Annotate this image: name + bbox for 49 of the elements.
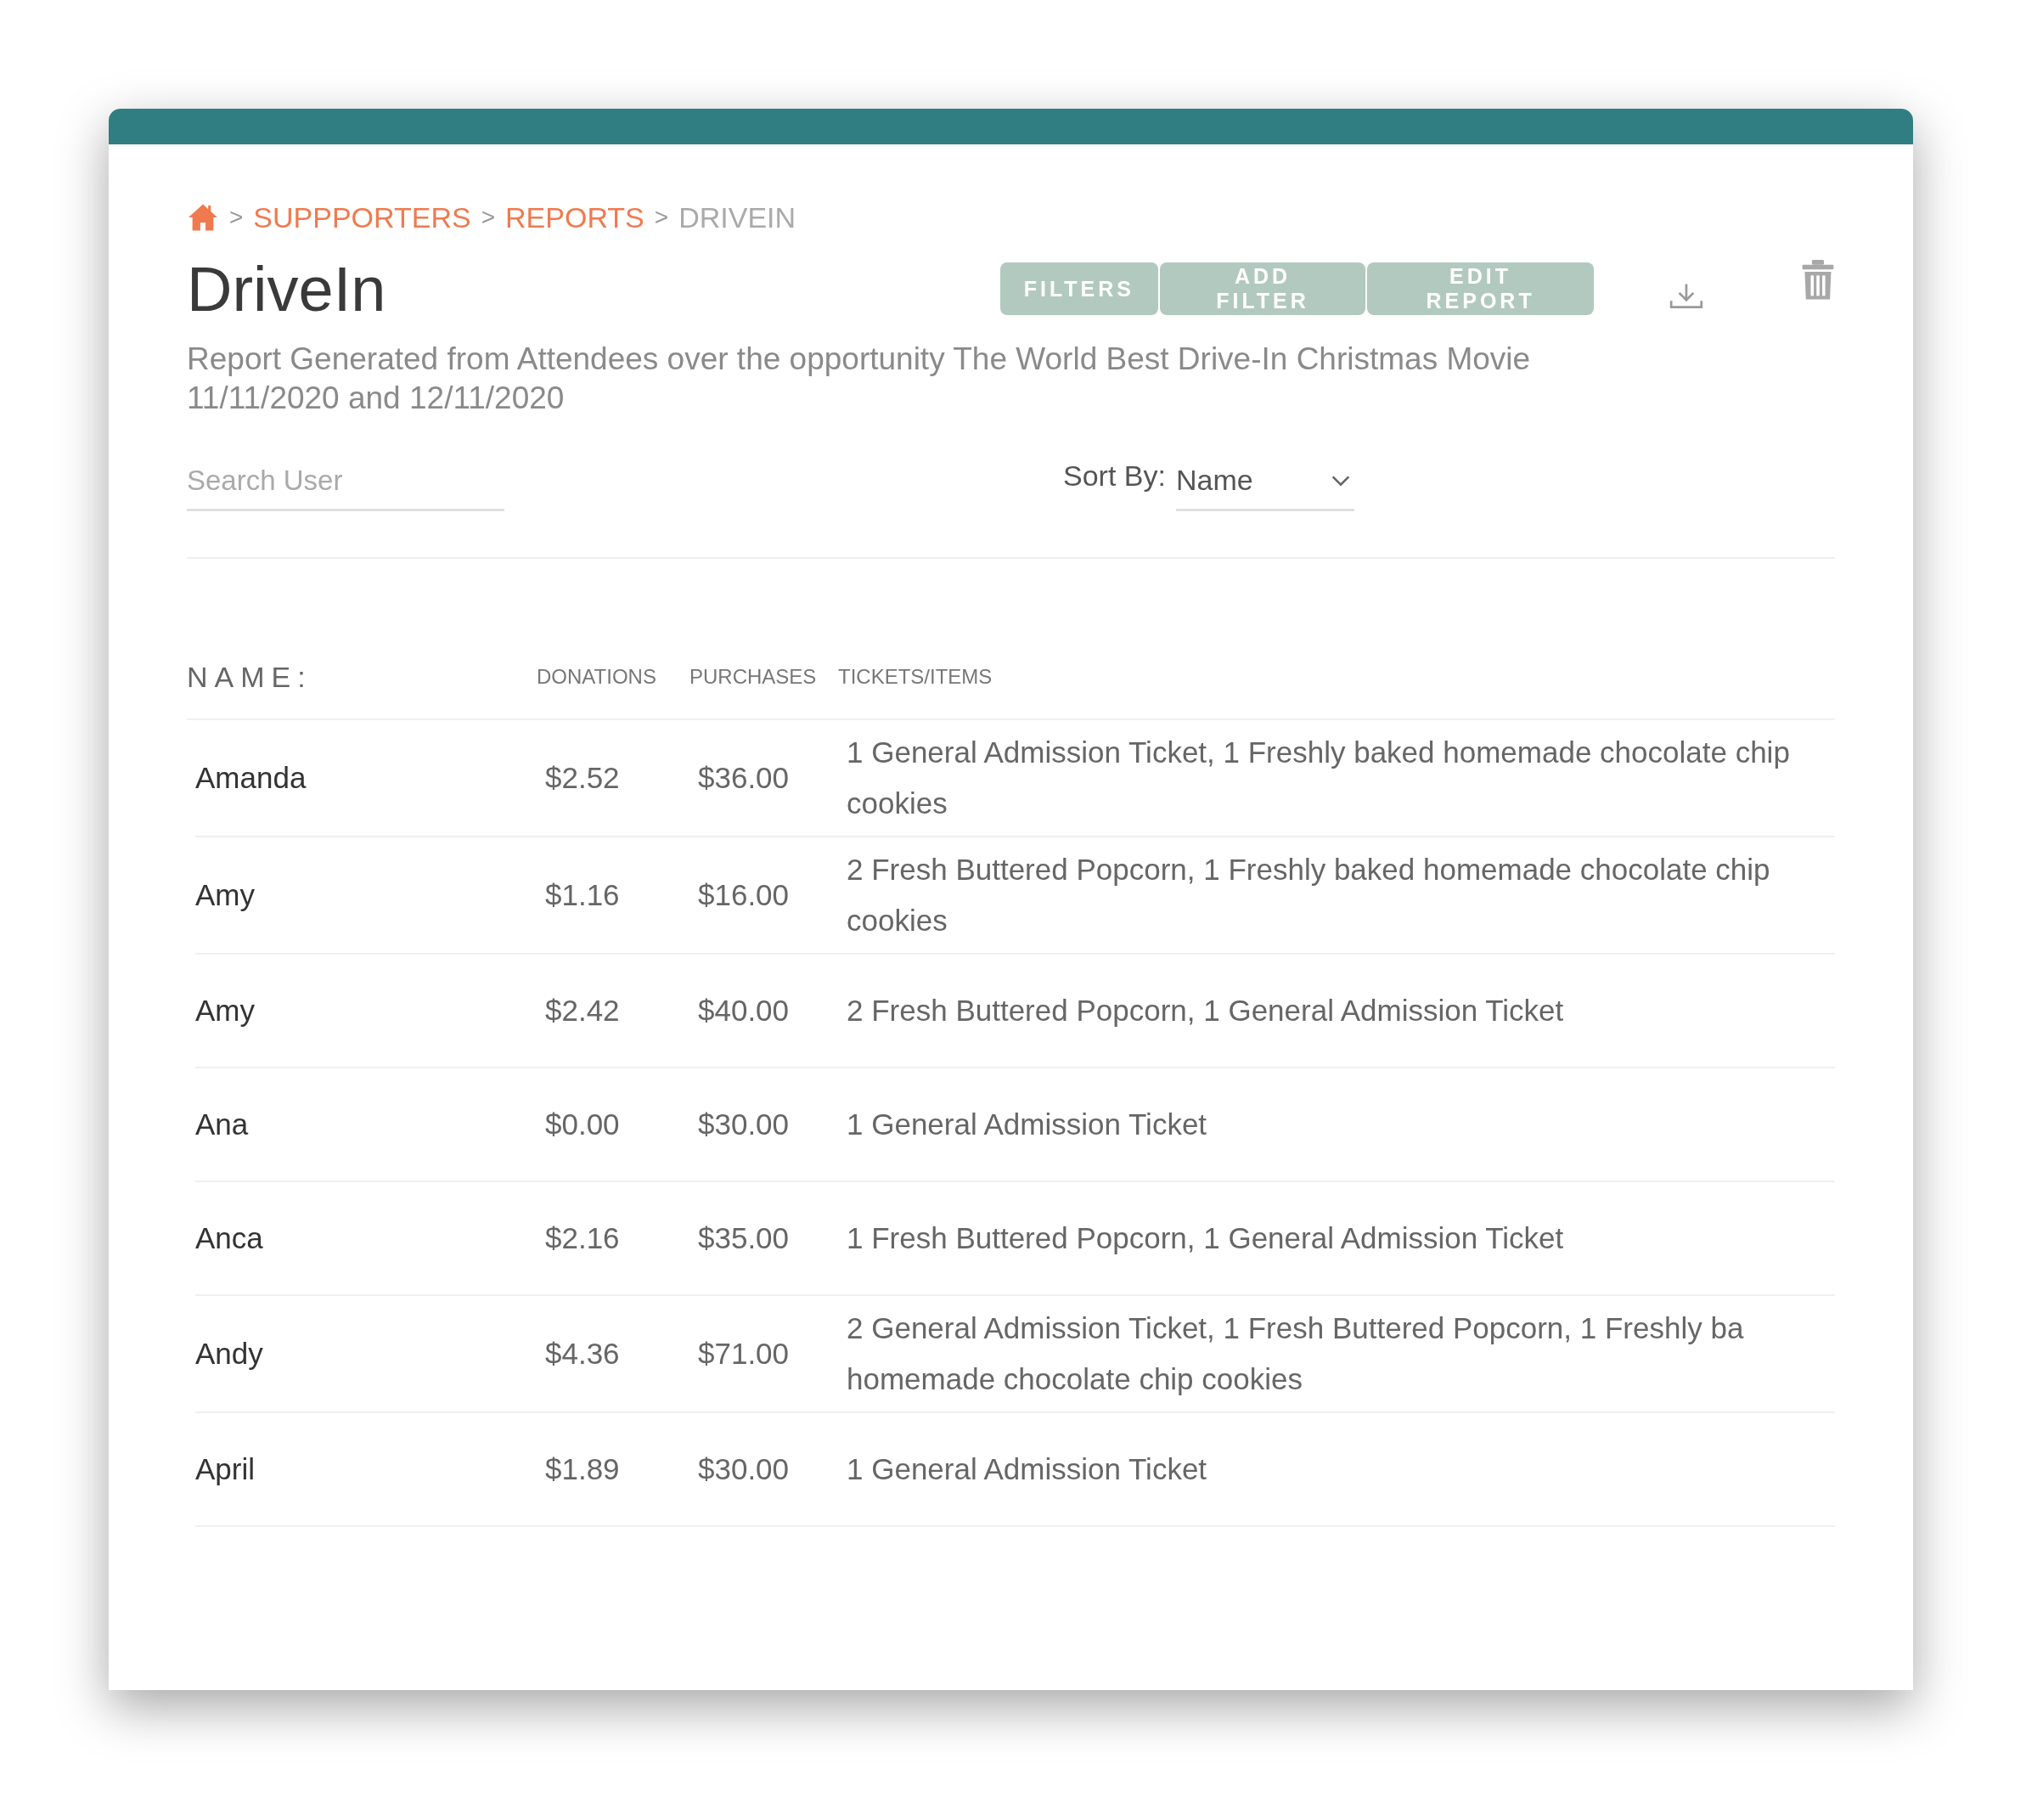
action-button[interactable]: EDIT REPORT	[1367, 262, 1595, 315]
column-header: TICKETS/ITEMS	[838, 665, 993, 689]
trash-icon[interactable]	[1801, 260, 1835, 301]
table-cell-text: Amy	[195, 994, 256, 1028]
sort-label: Sort By:	[1063, 459, 1166, 493]
sort-dropdown[interactable]: Name	[1175, 452, 1354, 511]
breadcrumb-link[interactable]: SUPPPORTERS	[253, 200, 471, 234]
report-description: Report Generated from Attendees over the opportunity The World Best Drive-In Christmas Movie 11/11/2020 and 12/11/2020	[187, 341, 1532, 417]
table-cell-text: Anca	[195, 1221, 264, 1255]
column-header: DONATIONS	[537, 665, 657, 689]
table-cell-text: $16.00	[698, 878, 791, 912]
table-cell-text: $1.16	[545, 878, 621, 912]
breadcrumb-link[interactable]: REPORTS	[505, 200, 644, 234]
table-cell-text: 2 Fresh Buttered Popcorn, 1 Freshly baked homemade chocolate chip cookies	[847, 852, 1771, 938]
action-button[interactable]: ADD FILTER	[1160, 262, 1365, 315]
table-cell-text: Amanda	[195, 761, 307, 795]
table-cell-text: April	[195, 1452, 256, 1486]
table-cell-text: Andy	[195, 1337, 264, 1371]
breadcrumb-separator: >	[229, 204, 244, 231]
table-cell-text: $71.00	[698, 1337, 791, 1371]
table-cell-text: 2 General Admission Ticket, 1 Fresh Buttered Popcorn, 1 Freshly ba homemade chocolate chip cookies	[847, 1310, 1745, 1397]
column-header: PURCHASES	[689, 665, 818, 689]
table-cell-text: $35.00	[698, 1221, 791, 1255]
page-title: DriveIn	[187, 252, 387, 325]
table-cell-text: $30.00	[698, 1107, 791, 1141]
table-cell-text: 2 Fresh Buttered Popcorn, 1 General Admission Ticket	[847, 993, 1565, 1028]
breadcrumb-link[interactable]: DRIVEIN	[678, 200, 796, 234]
table-cell-text: $0.00	[545, 1107, 621, 1141]
table-cell-text: Amy	[195, 878, 256, 912]
table-cell-text: $2.42	[545, 994, 621, 1028]
table-cell-text: $4.36	[545, 1337, 621, 1371]
column-header: NAME:	[187, 660, 313, 694]
table-cell-text: $2.52	[545, 761, 621, 795]
table-cell-text: 1 General Admission Ticket	[847, 1107, 1208, 1142]
table-cell-text: Ana	[195, 1107, 250, 1141]
table-cell-text: $2.16	[545, 1221, 621, 1255]
table-cell-text: 1 General Admission Ticket, 1 Freshly baked homemade chocolate chip cookies	[847, 735, 1791, 821]
table-cell-text: $36.00	[698, 761, 791, 795]
action-button[interactable]: FILTERS	[999, 262, 1159, 315]
breadcrumb-separator: >	[481, 204, 496, 231]
download-icon[interactable]	[1669, 281, 1705, 310]
breadcrumb-separator: >	[654, 204, 669, 231]
table-cell-text: $40.00	[698, 994, 791, 1028]
table-cell-text: $30.00	[698, 1452, 791, 1486]
table-cell-text: $1.89	[545, 1452, 621, 1486]
table-cell-text: 1 General Admission Ticket	[847, 1451, 1208, 1487]
chevron-down-icon	[1330, 474, 1351, 487]
table-cell-text: 1 Fresh Buttered Popcorn, 1 General Admission Ticket	[847, 1220, 1565, 1256]
home-icon[interactable]	[187, 203, 219, 232]
